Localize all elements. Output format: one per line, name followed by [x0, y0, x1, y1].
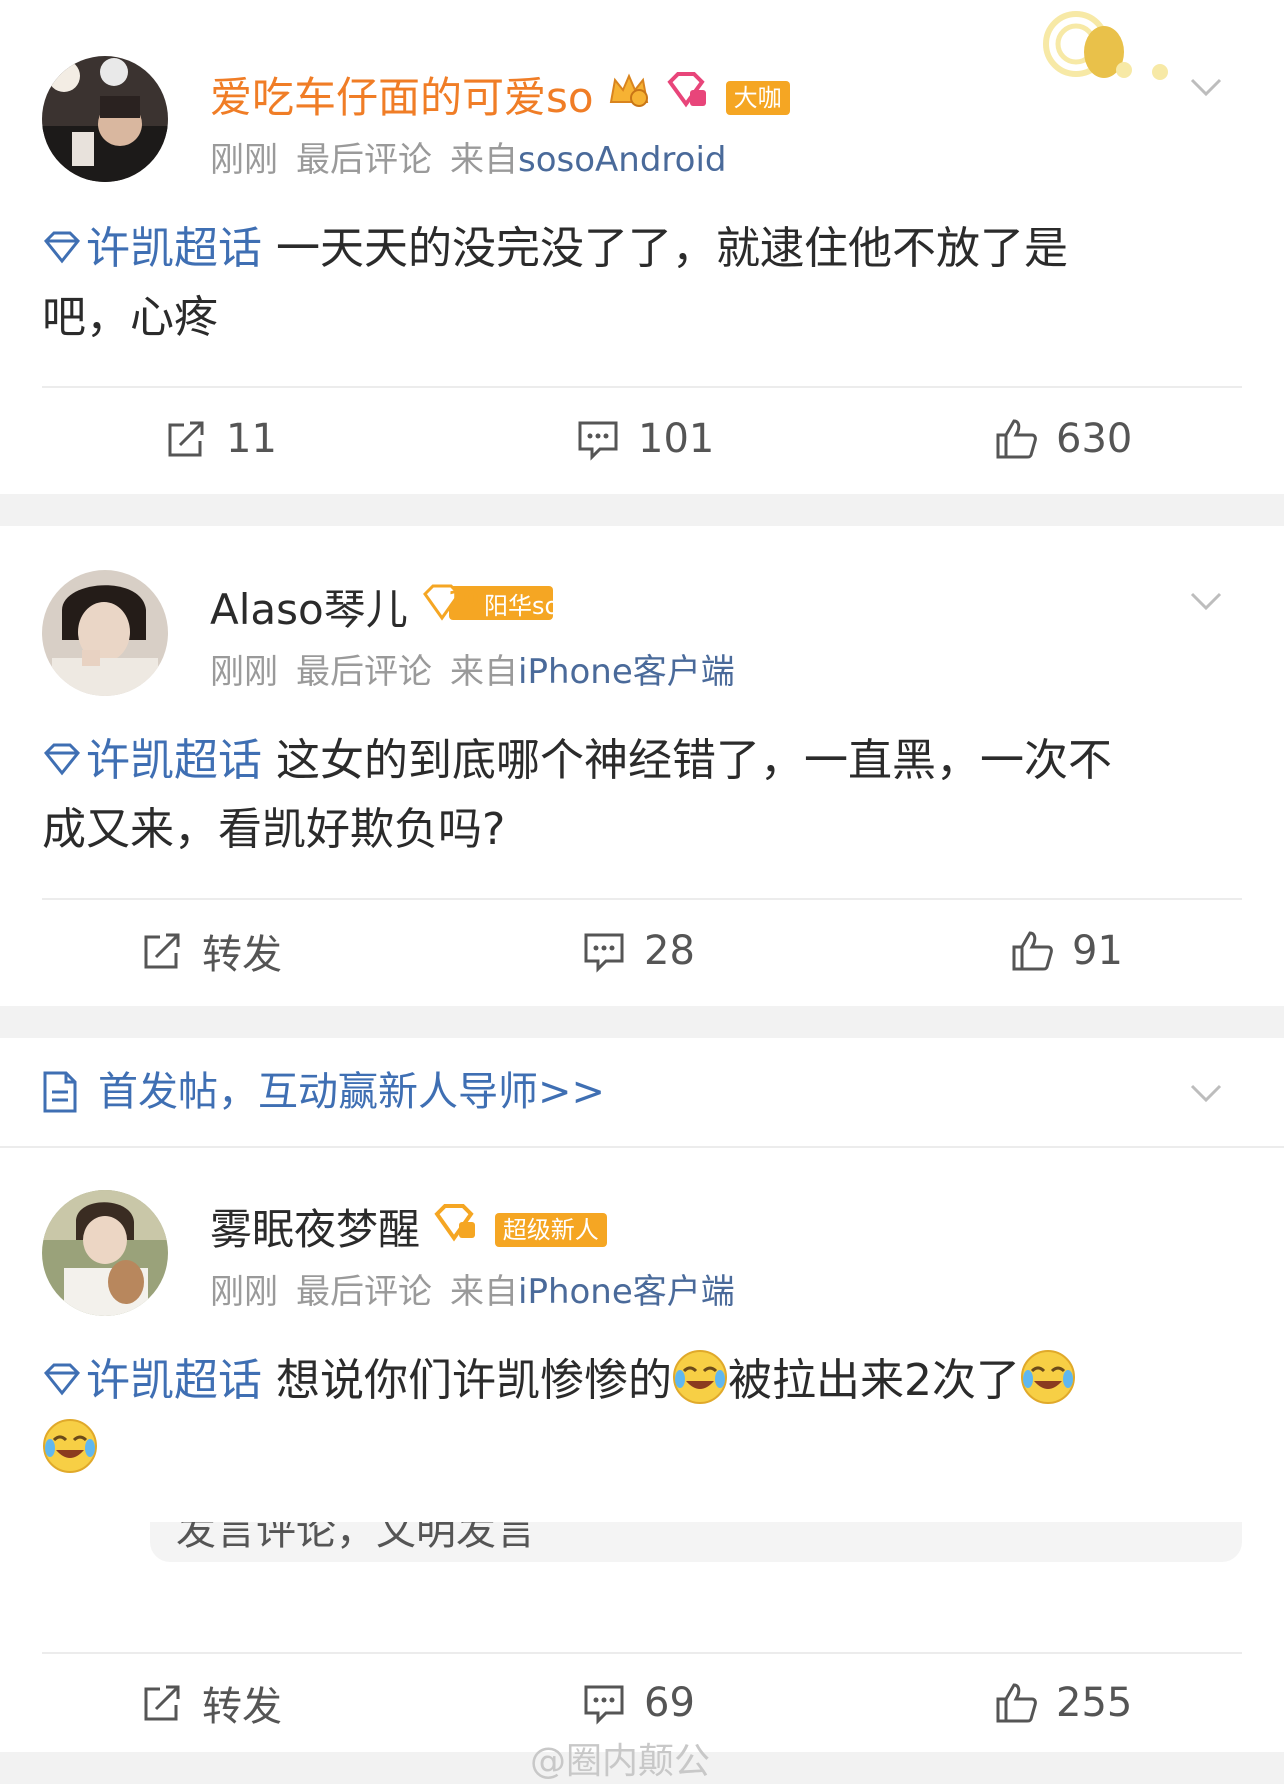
- topic-name[interactable]: 许凯超话: [86, 223, 262, 274]
- post-meta: 刚刚 最后评论 来自sosoAndroid: [210, 140, 726, 180]
- from-label: 来自: [450, 140, 518, 180]
- watermark: @圈内颠公: [530, 1741, 711, 1782]
- post-card-1: 爱吃车仔面的可爱so 大咖 刚刚 最后评论 来自sosoAndroid 许凯超话 一…: [0, 0, 1284, 494]
- fan-badge-text: 阳华so: [484, 592, 560, 620]
- post-text-part: 想说你们许凯惨惨的: [276, 1355, 672, 1406]
- like-button[interactable]: 91: [1010, 906, 1123, 996]
- comment-count[interactable]: 28: [644, 928, 695, 974]
- comment-icon: [582, 1681, 626, 1725]
- like-count[interactable]: 630: [1056, 416, 1132, 462]
- username-text[interactable]: 雾眠夜梦醒: [210, 1205, 420, 1254]
- post-meta: 刚刚 最后评论 来自iPhone客户端: [210, 652, 735, 692]
- diamond-icon: [42, 739, 82, 779]
- newbie-badge: 超级新人: [494, 1213, 607, 1247]
- crown-icon: [607, 70, 651, 121]
- repost-count[interactable]: 11: [226, 416, 277, 462]
- comment-icon: [576, 417, 620, 461]
- username[interactable]: 爱吃车仔面的可爱so 大咖: [210, 70, 790, 123]
- last-comment-label: 最后评论: [296, 140, 432, 180]
- avatar[interactable]: [42, 56, 168, 182]
- post-text-line: 这女的到底哪个神经错了，一直黑，一次不: [276, 735, 1112, 786]
- username-text[interactable]: 爱吃车仔面的可爱so: [210, 73, 594, 122]
- repost-button[interactable]: 11: [164, 394, 277, 484]
- diamond-icon: [42, 1359, 82, 1399]
- comment-input-placeholder: 发言评论，文明发言: [176, 1522, 536, 1554]
- divider: [42, 386, 1242, 388]
- last-comment-label: 最后评论: [296, 652, 432, 692]
- comment-count[interactable]: 69: [644, 1680, 695, 1726]
- promo-link[interactable]: 首发帖，互动赢新人导师>>: [98, 1068, 605, 1116]
- post-text-part: 被拉出来2次了: [728, 1355, 1020, 1406]
- post-text: 许凯超话 想说你们许凯惨惨的 被拉出来2次了: [42, 1346, 1242, 1484]
- post-text-line: 一天天的没完没了了，就逮住他不放了是: [276, 223, 1068, 274]
- laughing-crying-emoji: [672, 1349, 728, 1405]
- from-label: 来自: [450, 652, 518, 692]
- level-text: 10: [448, 588, 479, 613]
- chevron-down-icon[interactable]: [1188, 1074, 1224, 1110]
- repost-icon: [140, 1681, 184, 1725]
- comment-icon: [582, 929, 626, 973]
- from-label: 来自: [450, 1272, 518, 1312]
- vip-badge: 大咖: [725, 81, 790, 115]
- action-bar: 11 101 630: [0, 394, 1284, 484]
- diamond-icon: [42, 227, 82, 267]
- username[interactable]: 雾眠夜梦醒 超级新人: [210, 1202, 607, 1255]
- like-count[interactable]: 255: [1056, 1680, 1132, 1726]
- username-text[interactable]: Alaso琴儿: [210, 585, 408, 634]
- post-time: 刚刚: [210, 140, 278, 180]
- repost-icon: [140, 929, 184, 973]
- repost-label[interactable]: 转发: [202, 1674, 282, 1732]
- like-icon: [994, 1681, 1038, 1725]
- laughing-crying-emoji: [42, 1418, 98, 1474]
- like-button[interactable]: 255: [994, 1658, 1132, 1748]
- divider: [42, 898, 1242, 900]
- pikachu-decoration: [1040, 10, 1170, 86]
- avatar[interactable]: [42, 570, 168, 696]
- repost-button[interactable]: 转发: [140, 1658, 282, 1748]
- post-text: 许凯超话 一天天的没完没了了，就逮住他不放了是 吧，心疼: [42, 214, 1242, 352]
- topic-link[interactable]: 许凯超话: [42, 223, 262, 274]
- avatar[interactable]: [42, 1190, 168, 1316]
- post-time: 刚刚: [210, 652, 278, 692]
- post-source[interactable]: iPhone客户端: [518, 1272, 735, 1312]
- post-text-line: 吧，心疼: [42, 292, 218, 343]
- action-bar: 转发 28 91: [0, 906, 1284, 996]
- post-text: 许凯超话 这女的到底哪个神经错了，一直黑，一次不 成又来，看凯好欺负吗?: [42, 726, 1242, 864]
- repost-icon: [164, 417, 208, 461]
- post-time: 刚刚: [210, 1272, 278, 1312]
- comment-count[interactable]: 101: [638, 416, 714, 462]
- diamond-level-icon: [664, 70, 708, 121]
- newbie-diamond-icon: [433, 1202, 477, 1253]
- post-meta: 刚刚 最后评论 来自iPhone客户端: [210, 1272, 735, 1312]
- post-card-3: 雾眠夜梦醒 超级新人 刚刚 最后评论 来自iPhone客户端 许凯超话 想说你们许凯…: [0, 1148, 1284, 1752]
- repost-label[interactable]: 转发: [202, 922, 282, 980]
- topic-link[interactable]: 许凯超话: [42, 1355, 262, 1406]
- last-comment-label: 最后评论: [296, 1272, 432, 1312]
- post-card-2: Alaso琴儿 10 阳华so 刚刚 最后评论 来自iPhone客户端 许凯超话 这…: [0, 526, 1284, 1006]
- comment-input[interactable]: 发言评论，文明发言: [150, 1522, 1242, 1562]
- comment-button[interactable]: 101: [576, 394, 714, 484]
- divider: [42, 1652, 1242, 1654]
- like-icon: [994, 417, 1038, 461]
- document-icon: [42, 1070, 78, 1114]
- topic-name[interactable]: 许凯超话: [86, 735, 262, 786]
- promo-bar[interactable]: 首发帖，互动赢新人导师>>: [0, 1038, 1284, 1146]
- chevron-down-icon[interactable]: [1188, 582, 1224, 618]
- post-source[interactable]: iPhone客户端: [518, 652, 735, 692]
- post-text-line: 成又来，看凯好欺负吗?: [42, 804, 506, 855]
- like-icon: [1010, 929, 1054, 973]
- comment-button[interactable]: 28: [582, 906, 695, 996]
- topic-link[interactable]: 许凯超话: [42, 735, 262, 786]
- like-button[interactable]: 630: [994, 394, 1132, 484]
- topic-name[interactable]: 许凯超话: [86, 1355, 262, 1406]
- post-source[interactable]: sosoAndroid: [518, 140, 726, 180]
- repost-button[interactable]: 转发: [140, 906, 282, 996]
- laughing-crying-emoji: [1020, 1349, 1076, 1405]
- chevron-down-icon[interactable]: [1188, 68, 1224, 104]
- like-count[interactable]: 91: [1072, 928, 1123, 974]
